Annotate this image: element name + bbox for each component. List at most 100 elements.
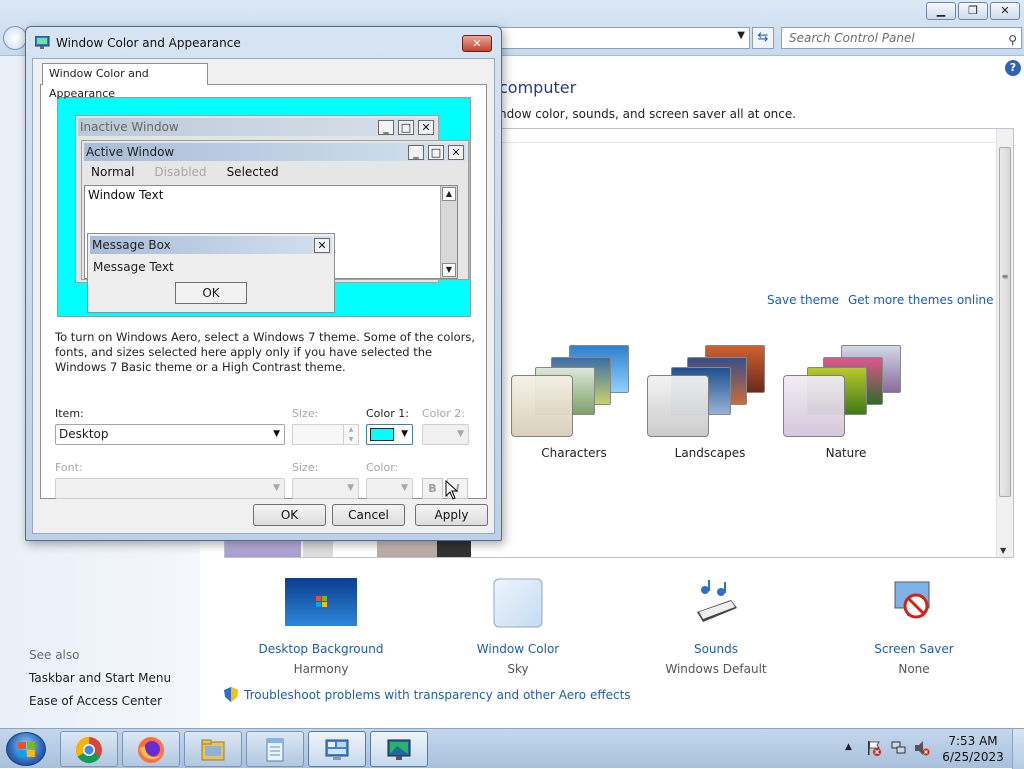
scrollbar-grip-icon: ≡ — [1001, 272, 1009, 281]
window-color-item[interactable]: Window Color Sky — [443, 578, 593, 676]
cancel-button[interactable]: Cancel — [332, 504, 405, 526]
sounds-link[interactable]: Sounds — [641, 642, 791, 656]
ok-button[interactable]: OK — [253, 504, 326, 526]
theme-list-scrollbar[interactable]: ≡ ▼ — [996, 129, 1013, 557]
window-color-appearance-dialog: Window Color and Appearance ✕ Window Col… — [25, 26, 502, 541]
preview-menu-normal[interactable]: Normal — [91, 165, 134, 179]
font-select[interactable]: ▼ — [55, 478, 285, 499]
taskbar-start-menu-link[interactable]: Taskbar and Start Menu — [29, 671, 171, 685]
preview-menu-disabled[interactable]: Disabled — [154, 165, 206, 179]
color1-swatch — [370, 428, 394, 441]
font-size-select[interactable]: ▼ — [292, 478, 359, 499]
chevron-down-icon: ▼ — [401, 483, 408, 493]
preview-inactive-title-bar: Inactive Window _ □ ✕ — [78, 118, 436, 136]
scroll-up-arrow-icon[interactable]: ▲ — [442, 187, 456, 201]
scroll-down-arrow-icon[interactable]: ▼ — [442, 263, 456, 277]
screen-saver-value: None — [898, 662, 930, 676]
preview-message-box[interactable]: Message Box ✕ Message Text OK — [87, 233, 335, 313]
save-theme-link[interactable]: Save theme — [767, 293, 839, 307]
preview-close-icon: ✕ — [418, 120, 434, 135]
search-input[interactable]: Search Control Panel ⚲ — [781, 27, 1022, 49]
dialog-body: Window Color and Appearance Inactive Win… — [32, 58, 495, 534]
firefox-icon — [138, 737, 164, 763]
taskbar-chrome[interactable] — [60, 731, 118, 767]
start-button[interactable] — [6, 732, 46, 766]
scroll-down-arrow-icon[interactable]: ▼ — [1000, 546, 1006, 555]
font-color-picker[interactable]: ▼ — [366, 478, 413, 499]
preview-minimize-icon: _ — [378, 120, 394, 135]
theme-landscapes[interactable]: Landscapes — [647, 341, 787, 466]
scrollbar-thumb[interactable]: ≡ — [999, 147, 1011, 497]
size-label: Size: — [292, 407, 319, 420]
taskbar: ▲ 7:53 AM 6/25/2023 — [0, 728, 1024, 769]
preview-message-box-title: Message Box — [92, 238, 171, 252]
get-more-themes-link[interactable]: Get more themes online — [848, 293, 994, 307]
volume-muted-icon[interactable] — [914, 740, 930, 756]
refresh-button[interactable]: ⇆ — [752, 27, 774, 49]
aero-info-text: To turn on Windows Aero, select a Window… — [55, 330, 476, 374]
item-label: Item: — [55, 407, 84, 420]
size-spinner[interactable]: ▲ ▼ — [292, 424, 359, 445]
back-button[interactable] — [3, 26, 27, 50]
display-settings-icon — [387, 739, 411, 760]
folder-icon — [201, 739, 225, 761]
desktop-background-icon — [285, 578, 357, 626]
window-color-icon — [493, 578, 543, 628]
minimize-button[interactable]: ▁ — [926, 2, 956, 20]
clock-date[interactable]: 6/25/2023 — [940, 750, 1006, 764]
theme-nature[interactable]: Nature — [783, 341, 923, 466]
spin-up-icon[interactable]: ▲ — [343, 425, 358, 435]
tab-window-color-appearance[interactable]: Window Color and Appearance — [42, 63, 208, 100]
show-hidden-icons-button[interactable]: ▲ — [845, 742, 852, 752]
taskbar-windows-explorer[interactable] — [184, 731, 242, 767]
appearance-preview[interactable]: Inactive Window _ □ ✕ Active Window _ □ … — [57, 97, 471, 317]
show-desktop-button[interactable] — [1012, 729, 1024, 769]
dialog-title: Window Color and Appearance — [56, 36, 241, 50]
preview-window-text: Window Text — [88, 188, 164, 202]
search-icon[interactable]: ⚲ — [1008, 30, 1017, 50]
preview-message-text: Message Text — [93, 260, 174, 274]
page-heading: computer — [499, 78, 577, 97]
preview-ok-button[interactable]: OK — [175, 282, 247, 304]
network-icon[interactable] — [891, 740, 907, 756]
close-button[interactable]: ✕ — [990, 2, 1020, 20]
chrome-icon — [75, 736, 102, 764]
theme-characters[interactable]: Characters — [511, 341, 651, 466]
desktop-background-item[interactable]: Desktop Background Harmony — [246, 578, 396, 676]
restore-button[interactable]: ❐ — [958, 2, 988, 20]
desktop-background-link[interactable]: Desktop Background — [246, 642, 396, 656]
theme-label: Landscapes — [674, 446, 746, 460]
taskbar-control-panel[interactable] — [308, 731, 366, 767]
sounds-item[interactable]: Sounds Windows Default — [641, 578, 791, 676]
chevron-down-icon: ▼ — [273, 429, 280, 439]
screen-saver-link[interactable]: Screen Saver — [839, 642, 989, 656]
clock-time[interactable]: 7:53 AM — [940, 734, 1006, 748]
screen-saver-item[interactable]: Screen Saver None — [839, 578, 989, 676]
color2-picker[interactable]: ▼ — [422, 424, 469, 445]
troubleshoot-link[interactable]: Troubleshoot problems with transparency … — [224, 687, 631, 702]
ease-of-access-link[interactable]: Ease of Access Center — [29, 694, 162, 708]
dialog-close-button[interactable]: ✕ — [462, 35, 492, 52]
taskbar-firefox[interactable] — [122, 731, 180, 767]
taskbar-notepad[interactable] — [246, 731, 304, 767]
action-center-flag-icon[interactable] — [866, 740, 882, 756]
chevron-down-icon: ▼ — [273, 483, 280, 493]
spin-down-icon[interactable]: ▼ — [343, 435, 358, 445]
address-dropdown-icon[interactable]: ▼ — [737, 30, 745, 41]
color1-picker[interactable]: ▼ — [366, 424, 413, 445]
help-icon[interactable]: ? — [1005, 60, 1021, 76]
troubleshoot-link-text[interactable]: Troubleshoot problems with transparency … — [244, 688, 631, 702]
item-select[interactable]: Desktop ▼ — [55, 424, 285, 445]
preview-menu-bar: Normal Disabled Selected — [84, 163, 466, 181]
sounds-icon — [697, 580, 737, 622]
window-color-link[interactable]: Window Color — [443, 642, 593, 656]
font-color-label: Color: — [366, 461, 399, 474]
taskbar-display-settings[interactable] — [370, 731, 428, 767]
apply-button[interactable]: Apply — [415, 504, 488, 526]
preview-menu-selected[interactable]: Selected — [227, 165, 279, 179]
bold-button[interactable]: B — [422, 478, 443, 499]
preview-active-title: Active Window — [86, 145, 175, 159]
address-bar[interactable]: ▼ — [500, 27, 750, 49]
preview-maximize-icon: □ — [398, 120, 414, 135]
preview-scrollbar[interactable]: ▲ ▼ — [440, 186, 457, 278]
